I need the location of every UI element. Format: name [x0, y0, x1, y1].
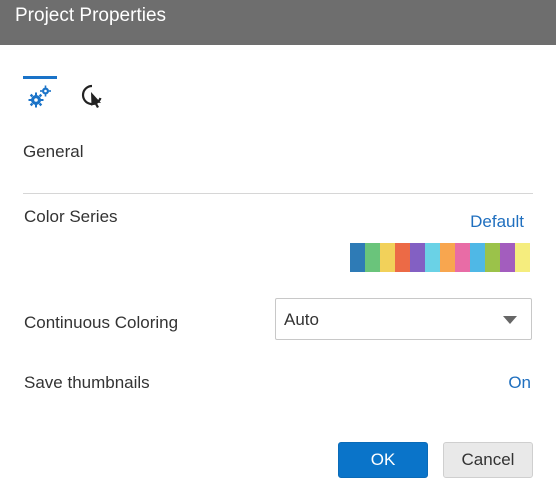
color-swatch[interactable] [455, 243, 470, 272]
color-swatch[interactable] [440, 243, 455, 272]
gears-icon [27, 83, 53, 114]
continuous-coloring-label: Continuous Coloring [24, 313, 179, 332]
color-swatch[interactable] [515, 243, 530, 272]
title-bar[interactable]: Project Properties [0, 0, 556, 45]
color-swatch[interactable] [500, 243, 515, 272]
color-swatch[interactable] [485, 243, 500, 272]
color-swatch[interactable] [350, 243, 365, 272]
continuous-coloring-value: Auto [284, 310, 319, 329]
save-thumbnails-toggle[interactable]: On [508, 373, 531, 393]
tab-general[interactable] [23, 76, 57, 118]
project-properties-dialog: Project Properties General Color Series … [0, 0, 556, 496]
color-swatch[interactable] [380, 243, 395, 272]
default-colors-link[interactable]: Default [470, 212, 524, 232]
color-series-label: Color Series [24, 207, 118, 226]
color-swatch[interactable] [410, 243, 425, 272]
color-series-swatches[interactable] [350, 243, 530, 272]
cursor-click-icon [79, 82, 105, 113]
save-thumbnails-label: Save thumbnails [24, 373, 150, 392]
chevron-down-icon [503, 316, 517, 324]
tab-interaction[interactable] [75, 76, 109, 118]
continuous-coloring-select[interactable]: Auto [275, 298, 532, 340]
color-swatch[interactable] [395, 243, 410, 272]
divider [23, 193, 533, 194]
color-swatch[interactable] [365, 243, 380, 272]
color-swatch[interactable] [470, 243, 485, 272]
color-swatch[interactable] [425, 243, 440, 272]
dialog-title: Project Properties [15, 5, 167, 26]
section-heading-general: General [23, 142, 84, 161]
ok-button[interactable]: OK [338, 442, 428, 478]
cancel-button[interactable]: Cancel [443, 442, 533, 478]
